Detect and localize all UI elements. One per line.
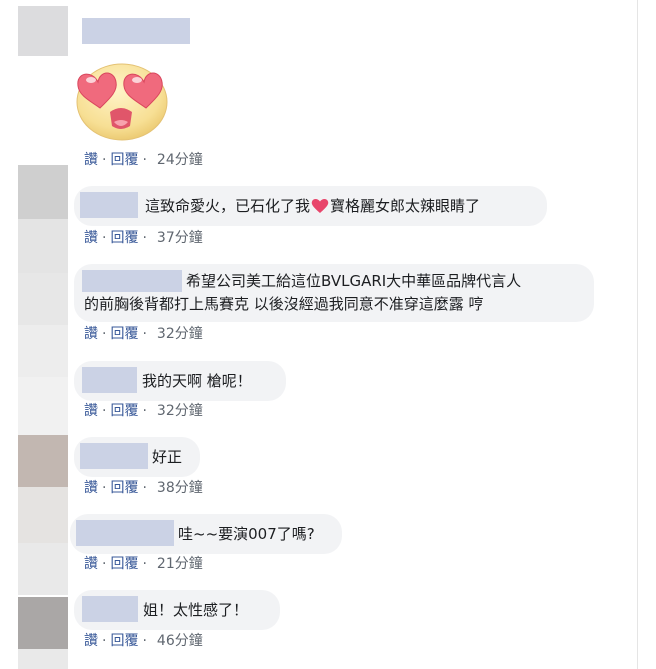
timestamp[interactable]: 32分鐘 xyxy=(157,401,203,421)
avatar[interactable] xyxy=(18,6,68,56)
comment-text-line-2: 的前胸後背都打上馬賽克 以後沒經過我同意不准穿這麼露 哼 xyxy=(84,295,484,313)
timestamp[interactable]: 38分鐘 xyxy=(157,478,203,498)
timestamp[interactable]: 24分鐘 xyxy=(157,150,203,170)
avatar[interactable] xyxy=(18,273,68,325)
like-link[interactable]: 讚 xyxy=(84,401,98,421)
commenter-name-redacted[interactable] xyxy=(80,443,148,469)
reply-link[interactable]: 回覆 xyxy=(110,401,138,421)
comment-actions: 讚 · 回覆 · 24分鐘 xyxy=(84,150,203,170)
comment-actions: 讚 · 回覆 · 37分鐘 xyxy=(84,228,203,248)
like-link[interactable]: 讚 xyxy=(84,478,98,498)
heart-icon xyxy=(311,199,329,213)
commenter-name-redacted[interactable] xyxy=(76,520,174,546)
avatar[interactable] xyxy=(18,165,68,219)
timestamp[interactable]: 46分鐘 xyxy=(157,631,203,651)
reply-link[interactable]: 回覆 xyxy=(110,478,138,498)
reply-link[interactable]: 回覆 xyxy=(110,228,138,248)
like-link[interactable]: 讚 xyxy=(84,631,98,651)
comment-text: 我的天啊 槍呢！ xyxy=(142,372,252,390)
commenter-name-redacted[interactable] xyxy=(82,270,182,292)
like-link[interactable]: 讚 xyxy=(84,228,98,248)
like-link[interactable]: 讚 xyxy=(84,150,98,170)
avatar[interactable] xyxy=(18,435,68,487)
timestamp[interactable]: 21分鐘 xyxy=(157,554,203,574)
comment-text: 好正 xyxy=(152,448,183,466)
reply-link[interactable]: 回覆 xyxy=(110,554,138,574)
commenter-name-redacted[interactable] xyxy=(82,596,138,622)
reply-link[interactable]: 回覆 xyxy=(110,324,138,344)
scrollbar-track[interactable] xyxy=(637,0,656,669)
comment-actions: 讚 · 回覆 · 46分鐘 xyxy=(84,631,203,651)
like-link[interactable]: 讚 xyxy=(84,324,98,344)
heart-eyes-emoji-icon xyxy=(76,63,168,141)
comment-text: 這致命愛火，已石化了我 寶格麗女郎太辣眼睛了 xyxy=(145,197,481,215)
comment-text: 姐！太性感了！ xyxy=(143,601,249,619)
avatar[interactable] xyxy=(18,487,68,543)
avatar[interactable] xyxy=(18,377,68,435)
avatar[interactable] xyxy=(18,597,68,649)
reply-link[interactable]: 回覆 xyxy=(110,150,138,170)
reply-link[interactable]: 回覆 xyxy=(110,631,138,651)
avatar[interactable] xyxy=(18,649,68,669)
avatar[interactable] xyxy=(18,219,68,273)
comment-text: 哇~~要演007了嗎? xyxy=(178,525,315,543)
timestamp[interactable]: 37分鐘 xyxy=(157,228,203,248)
comment-actions: 讚 · 回覆 · 21分鐘 xyxy=(84,554,203,574)
comment-text-line-1: 希望公司美工給這位BVLGARI大中華區品牌代言人 xyxy=(186,272,522,290)
comment-actions: 讚 · 回覆 · 38分鐘 xyxy=(84,478,203,498)
timestamp[interactable]: 32分鐘 xyxy=(157,324,203,344)
comment-actions: 讚 · 回覆 · 32分鐘 xyxy=(84,324,203,344)
commenter-name-redacted[interactable] xyxy=(82,18,190,44)
avatar[interactable] xyxy=(18,543,68,595)
commenter-name-redacted[interactable] xyxy=(82,367,137,393)
like-link[interactable]: 讚 xyxy=(84,554,98,574)
commenter-name-redacted[interactable] xyxy=(80,192,138,218)
avatar[interactable] xyxy=(18,325,68,377)
comment-actions: 讚 · 回覆 · 32分鐘 xyxy=(84,401,203,421)
